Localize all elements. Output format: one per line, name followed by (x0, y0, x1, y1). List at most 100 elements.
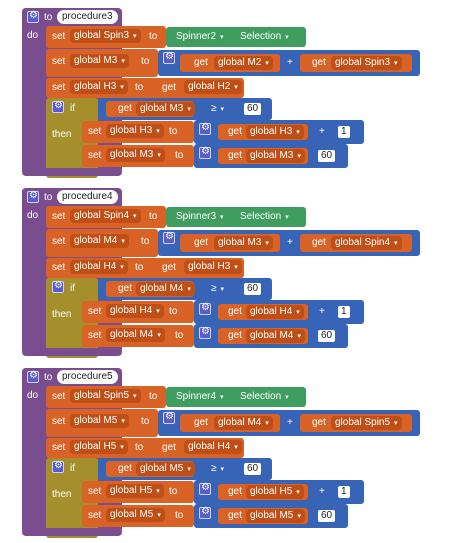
var-dropdown-h-inc[interactable]: global H5 ▾ (106, 484, 164, 498)
compare-op-dropdown[interactable]: ≥ ▾ (207, 102, 229, 116)
mutator-gear-icon[interactable] (199, 146, 211, 159)
var-dropdown-m-dec-get[interactable]: global M4 ▾ (246, 329, 305, 343)
number-dec[interactable]: 60 (318, 330, 336, 342)
number-threshold[interactable]: 60 (244, 103, 262, 115)
number-threshold[interactable]: 60 (244, 463, 262, 475)
number-dec[interactable]: 60 (318, 510, 336, 522)
var-dropdown-m-text: global M3 (74, 55, 118, 66)
chevron-down-icon: ▾ (220, 394, 224, 401)
chevron-down-icon: ▾ (220, 286, 225, 293)
chevron-down-icon: ▾ (133, 33, 137, 40)
chevron-down-icon: ▾ (296, 309, 300, 316)
var-dropdown-m-dec-text: global M5 (110, 509, 154, 520)
var-dropdown-m-dec[interactable]: global M5 ▾ (106, 508, 165, 522)
mutator-gear-icon[interactable] (27, 190, 39, 203)
keyword-to: to (135, 82, 144, 93)
var-dropdown-spin-get[interactable]: global Spin3 ▾ (331, 56, 402, 70)
var-dropdown-m-prev[interactable]: global M3 ▾ (214, 236, 273, 250)
var-dropdown-m[interactable]: global M4 ▾ (70, 234, 129, 248)
mutator-gear-icon[interactable] (199, 482, 211, 495)
var-dropdown-m-dec[interactable]: global M4 ▾ (106, 328, 165, 342)
mutator-gear-icon[interactable] (52, 280, 64, 293)
keyword-get: get (194, 417, 208, 428)
var-dropdown-spin-get[interactable]: global Spin4 ▾ (331, 236, 402, 250)
property-dropdown[interactable]: Selection ▾ (236, 210, 293, 224)
keyword-get: get (312, 237, 326, 248)
chevron-down-icon: ▾ (220, 466, 225, 473)
procedure-name-field[interactable]: procedure4 (57, 190, 118, 204)
var-dropdown-m-cond-text: global M5 (140, 463, 184, 474)
var-dropdown-m-dec-get-text: global M3 (250, 150, 294, 161)
mutator-gear-icon[interactable] (27, 10, 39, 23)
var-dropdown-spin-text: global Spin5 (74, 390, 130, 401)
number-threshold[interactable]: 60 (244, 283, 262, 295)
var-dropdown-spin[interactable]: global Spin3 ▾ (70, 29, 141, 43)
var-dropdown-m-dec[interactable]: global M3 ▾ (106, 148, 165, 162)
var-dropdown-h-prev[interactable]: global H2 ▾ (184, 80, 242, 94)
number-dec[interactable]: 60 (318, 150, 336, 162)
chevron-down-icon: ▾ (220, 106, 225, 113)
var-dropdown-h-prev[interactable]: global H3 ▾ (184, 260, 242, 274)
var-dropdown-m[interactable]: global M3 ▾ (70, 54, 129, 68)
var-dropdown-h-inc[interactable]: global H3 ▾ (106, 124, 164, 138)
var-dropdown-h-prev[interactable]: global H4 ▾ (184, 440, 242, 454)
number-inc[interactable]: 1 (338, 126, 350, 138)
var-dropdown-h-inc[interactable]: global H4 ▾ (106, 304, 164, 318)
mutator-gear-icon[interactable] (163, 51, 175, 64)
number-inc[interactable]: 1 (338, 306, 350, 318)
var-dropdown-m-cond[interactable]: global M3 ▾ (136, 102, 195, 116)
plus-operator: + (287, 57, 293, 68)
keyword-get: get (228, 330, 242, 341)
var-dropdown-m-prev[interactable]: global M2 ▾ (214, 56, 273, 70)
var-dropdown-h[interactable]: global H4 ▾ (70, 260, 128, 274)
var-dropdown-m-dec-get[interactable]: global M5 ▾ (246, 509, 305, 523)
component-dropdown-text: Spinner4 (176, 391, 217, 402)
mutator-gear-icon[interactable] (199, 122, 211, 135)
var-dropdown-h-inc-get[interactable]: global H5 ▾ (246, 485, 304, 499)
var-dropdown-spin[interactable]: global Spin5 ▾ (70, 389, 141, 403)
mutator-gear-icon[interactable] (163, 411, 175, 424)
number-inc[interactable]: 1 (338, 486, 350, 498)
mutator-gear-icon[interactable] (199, 326, 211, 339)
keyword-to: to (44, 12, 53, 23)
var-dropdown-m[interactable]: global M5 ▾ (70, 414, 129, 428)
compare-op-dropdown[interactable]: ≥ ▾ (207, 462, 229, 476)
property-dropdown[interactable]: Selection ▾ (236, 30, 293, 44)
keyword-to: to (135, 262, 144, 273)
var-dropdown-h-inc-get[interactable]: global H4 ▾ (246, 305, 304, 319)
var-dropdown-h[interactable]: global H5 ▾ (70, 440, 128, 454)
mutator-gear-icon[interactable] (199, 506, 211, 519)
procedure-footer (22, 168, 122, 176)
chevron-down-icon: ▾ (120, 444, 124, 451)
mutator-gear-icon[interactable] (52, 100, 64, 113)
keyword-if: if (70, 103, 75, 114)
var-dropdown-m-dec-get[interactable]: global M3 ▾ (246, 149, 305, 163)
procedure-name-field[interactable]: procedure3 (57, 10, 118, 24)
var-dropdown-h-inc-get[interactable]: global H3 ▾ (246, 125, 304, 139)
mutator-gear-icon[interactable] (52, 460, 64, 473)
chevron-down-icon: ▾ (121, 238, 125, 245)
procedure-block[interactable]: toprocedure5dosetglobal Spin5▾toSpinner4… (0, 368, 459, 543)
var-dropdown-spin-get[interactable]: global Spin5 ▾ (331, 416, 402, 430)
component-dropdown[interactable]: Spinner2 ▾ (172, 30, 228, 44)
var-dropdown-m-cond[interactable]: global M4 ▾ (136, 282, 195, 296)
keyword-to: to (149, 211, 158, 222)
var-dropdown-spin[interactable]: global Spin4 ▾ (70, 209, 141, 223)
var-dropdown-m-prev[interactable]: global M4 ▾ (214, 416, 273, 430)
component-dropdown[interactable]: Spinner4 ▾ (172, 390, 228, 404)
var-dropdown-h[interactable]: global H3 ▾ (70, 80, 128, 94)
procedure-block[interactable]: toprocedure4dosetglobal Spin4▾toSpinner3… (0, 188, 459, 363)
procedure-name-field[interactable]: procedure5 (57, 370, 118, 384)
component-dropdown[interactable]: Spinner3 ▾ (172, 210, 228, 224)
mutator-gear-icon[interactable] (199, 302, 211, 315)
property-dropdown[interactable]: Selection ▾ (236, 390, 293, 404)
var-dropdown-m-cond[interactable]: global M5 ▾ (136, 462, 195, 476)
compare-op-dropdown[interactable]: ≥ ▾ (207, 282, 229, 296)
keyword-to: to (141, 56, 150, 67)
chevron-down-icon: ▾ (285, 34, 289, 41)
chevron-down-icon: ▾ (234, 264, 238, 271)
procedure-block[interactable]: toprocedure3dosetglobal Spin3▾toSpinner2… (0, 8, 459, 183)
mutator-gear-icon[interactable] (163, 231, 175, 244)
keyword-do: do (27, 30, 39, 41)
mutator-gear-icon[interactable] (27, 370, 39, 383)
